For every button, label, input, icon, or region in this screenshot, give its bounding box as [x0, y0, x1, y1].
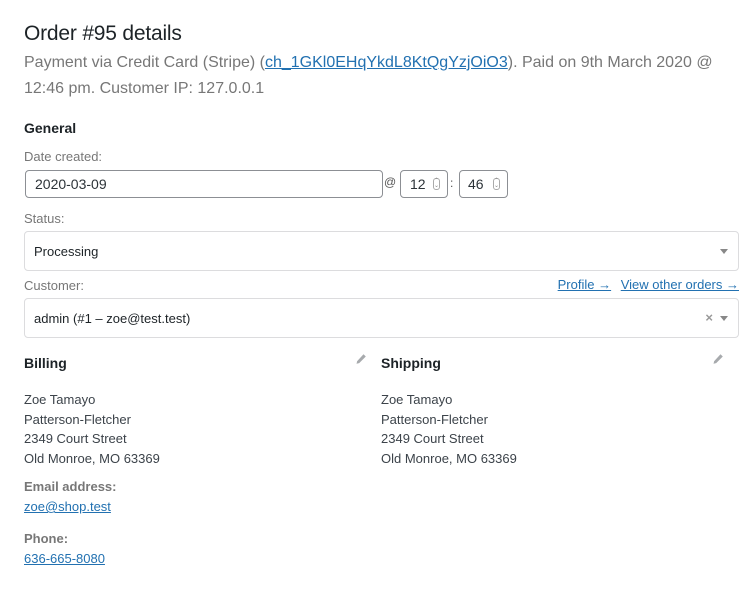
status-select[interactable]: Processing — [24, 231, 739, 271]
profile-link[interactable]: Profile → — [558, 277, 611, 292]
billing-address: Zoe Tamayo Patterson-Fletcher 2349 Court… — [24, 390, 367, 469]
customer-links: Profile → View other orders → — [552, 277, 739, 292]
status-label: Status: — [24, 211, 65, 226]
pencil-icon[interactable] — [355, 353, 367, 365]
date-created-input[interactable]: 2020-03-09 — [25, 170, 383, 198]
shipping-address-line: 2349 Court Street — [381, 431, 484, 447]
customer-select[interactable]: admin (#1 – zoe@test.test) × — [24, 298, 739, 338]
view-other-orders-link[interactable]: View other orders → — [621, 277, 739, 292]
payment-summary: Payment via Credit Card (Stripe) (ch_1GK… — [24, 50, 734, 102]
status-value: Processing — [34, 243, 99, 259]
shipping-section: Shipping Zoe Tamayo Patterson-Fletcher 2… — [381, 353, 724, 469]
triangle-down-icon — [720, 316, 728, 321]
billing-section: Billing Zoe Tamayo Patterson-Fletcher 23… — [24, 353, 367, 469]
customer-label: Customer: — [24, 278, 84, 293]
time-colon: : — [450, 176, 454, 190]
hour-value: 12 — [410, 176, 426, 192]
triangle-down-icon — [720, 249, 728, 254]
shipping-address-line: Patterson-Fletcher — [381, 411, 488, 427]
billing-address-line: Patterson-Fletcher — [24, 411, 131, 427]
spinner-arrows-icon[interactable]: ⌃ ⌄ — [493, 178, 500, 190]
date-value: 2020-03-09 — [35, 176, 107, 192]
phone-link[interactable]: 636-665-8080 — [24, 551, 105, 566]
shipping-address-line: Zoe Tamayo — [381, 392, 453, 407]
customer-value: admin (#1 – zoe@test.test) — [34, 310, 191, 326]
date-created-label: Date created: — [24, 149, 103, 164]
shipping-heading: Shipping — [381, 355, 441, 371]
billing-address-line: Old Monroe, MO 63369 — [24, 451, 160, 467]
shipping-address: Zoe Tamayo Patterson-Fletcher 2349 Court… — [381, 390, 724, 469]
minute-value: 46 — [468, 176, 484, 192]
email-label: Email address: — [24, 479, 117, 494]
minute-input[interactable]: 46 ⌃ ⌄ — [459, 170, 508, 198]
general-heading: General — [24, 120, 77, 136]
at-sign: @ — [384, 175, 397, 189]
billing-address-line: Zoe Tamayo — [24, 392, 96, 407]
email-link[interactable]: zoe@shop.test — [24, 499, 111, 514]
clear-icon[interactable]: × — [705, 310, 713, 325]
page-title: Order #95 details — [24, 22, 182, 45]
spinner-arrows-icon[interactable]: ⌃ ⌄ — [433, 178, 440, 190]
shipping-address-line: Old Monroe, MO 63369 — [381, 451, 517, 467]
payment-prefix: Payment via Credit Card (Stripe) ( — [24, 54, 265, 71]
billing-heading: Billing — [24, 355, 67, 371]
transaction-id-link[interactable]: ch_1GKl0EHqYkdL8KtQgYzjOiO3 — [265, 54, 508, 71]
pencil-icon[interactable] — [712, 353, 724, 365]
phone-label: Phone: — [24, 531, 69, 546]
hour-input[interactable]: 12 ⌃ ⌄ — [400, 170, 448, 198]
billing-address-line: 2349 Court Street — [24, 431, 127, 447]
